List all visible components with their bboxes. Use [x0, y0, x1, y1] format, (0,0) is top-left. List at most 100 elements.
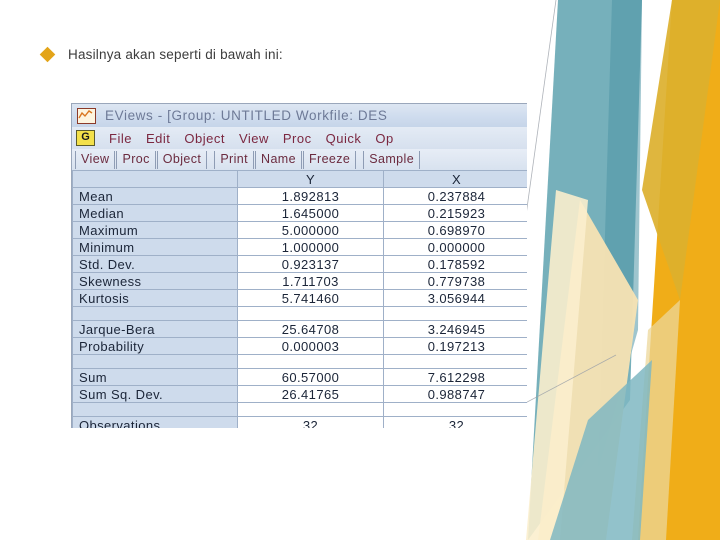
- stat-label: Observations: [72, 416, 238, 428]
- decor-orange-wedge: [638, 0, 720, 540]
- stat-label: [72, 402, 238, 417]
- column-header-blank: [72, 170, 238, 188]
- eviews-chart-icon: [77, 107, 96, 124]
- table-row: Probability 0.000003 0.197213: [72, 337, 527, 355]
- toolbar-view-button[interactable]: View: [75, 150, 116, 169]
- column-header-y: Y: [237, 170, 384, 188]
- stat-value-x: 0.698970: [383, 221, 527, 239]
- stat-label: Skewness: [72, 272, 238, 290]
- stat-value-y: 0.000003: [237, 337, 384, 355]
- decor-cream-wedge: [538, 200, 638, 540]
- stat-value-y: [237, 402, 384, 417]
- stat-label: Mean: [72, 187, 238, 205]
- table-row: Kurtosis 5.741460 3.056944: [72, 289, 527, 307]
- bullet-row: Hasilnya akan seperti di bawah ini:: [39, 46, 283, 63]
- descriptive-statistics-table: Y X Mean 1.892813 0.237884 Median 1.645000 0.…: [72, 170, 527, 428]
- stat-value-x: 7.612298: [383, 368, 527, 386]
- stat-label: Kurtosis: [72, 289, 238, 307]
- decor-shapes: [520, 0, 720, 540]
- table-row: Observations 32 32: [72, 416, 527, 428]
- stat-value-y: 1.000000: [237, 238, 384, 256]
- column-header-x: X: [383, 170, 527, 188]
- menu-quick[interactable]: Quick: [326, 131, 362, 146]
- stat-value-y: 0.923137: [237, 255, 384, 273]
- table-row: Mean 1.892813 0.237884: [72, 187, 527, 205]
- toolbar-sample-button[interactable]: Sample: [363, 150, 421, 169]
- eviews-title-bar: EViews - [Group: UNTITLED Workfile: DES: [72, 104, 527, 127]
- decorative-background: [520, 0, 720, 540]
- eviews-menu-bar: G File Edit Object View Proc Quick Op: [72, 127, 527, 149]
- stat-value-x: 0.988747: [383, 385, 527, 403]
- stat-value-x: 0.779738: [383, 272, 527, 290]
- decor-lower-teal: [550, 360, 652, 540]
- stat-value-y: 1.711703: [237, 272, 384, 290]
- stat-label: Maximum: [72, 221, 238, 239]
- stat-value-x: [383, 306, 527, 321]
- table-row: Sum 60.57000 7.612298: [72, 368, 527, 386]
- table-row: Std. Dev. 0.923137 0.178592: [72, 255, 527, 273]
- stat-value-y: 5.000000: [237, 221, 384, 239]
- stat-value-x: 0.197213: [383, 337, 527, 355]
- stat-value-y: 1.645000: [237, 204, 384, 222]
- table-row: Maximum 5.000000 0.698970: [72, 221, 527, 239]
- table-row: Jarque-Bera 25.64708 3.246945: [72, 320, 527, 338]
- decor-teal-wedge: [528, 0, 642, 540]
- table-spacer-row: [72, 354, 527, 369]
- menu-proc[interactable]: Proc: [283, 131, 312, 146]
- table-row: Sum Sq. Dev. 26.41765 0.988747: [72, 385, 527, 403]
- toolbar-proc-button[interactable]: Proc: [116, 150, 156, 169]
- stat-value-x: 0.215923: [383, 204, 527, 222]
- table-row: Median 1.645000 0.215923: [72, 204, 527, 222]
- decor-pale-gold-wedge: [632, 300, 680, 540]
- stat-label: Jarque-Bera: [72, 320, 238, 338]
- stat-value-y: 32: [237, 416, 384, 428]
- menu-options[interactable]: Op: [375, 131, 393, 146]
- table-row: Skewness 1.711703 0.779738: [72, 272, 527, 290]
- decor-cream-light-wedge: [526, 190, 588, 540]
- stat-value-y: 1.892813: [237, 187, 384, 205]
- stat-label: Probability: [72, 337, 238, 355]
- table-spacer-row: [72, 306, 527, 321]
- stat-value-x: 32: [383, 416, 527, 428]
- eviews-toolbar: View Proc Object Print Name Freeze Sampl…: [72, 149, 527, 170]
- stat-value-y: 5.741460: [237, 289, 384, 307]
- stat-value-y: 26.41765: [237, 385, 384, 403]
- stat-value-x: 3.246945: [383, 320, 527, 338]
- toolbar-freeze-button[interactable]: Freeze: [302, 150, 357, 169]
- eviews-window-screenshot: EViews - [Group: UNTITLED Workfile: DES …: [71, 103, 527, 428]
- diamond-bullet-icon: [39, 46, 56, 63]
- menu-file[interactable]: File: [109, 131, 132, 146]
- decor-gold-band: [642, 0, 720, 300]
- table-header-row: Y X: [72, 170, 527, 188]
- stat-label: Minimum: [72, 238, 238, 256]
- toolbar-object-button[interactable]: Object: [156, 150, 208, 169]
- stat-value-y: [237, 354, 384, 369]
- table-row: Minimum 1.000000 0.000000: [72, 238, 527, 256]
- stat-value-x: 0.000000: [383, 238, 527, 256]
- bullet-text: Hasilnya akan seperti di bawah ini:: [68, 47, 283, 62]
- stat-label: Median: [72, 204, 238, 222]
- stat-label: Sum Sq. Dev.: [72, 385, 238, 403]
- stat-value-x: 0.178592: [383, 255, 527, 273]
- stat-label: Sum: [72, 368, 238, 386]
- stat-value-x: 0.237884: [383, 187, 527, 205]
- toolbar-print-button[interactable]: Print: [214, 150, 255, 169]
- table-spacer-row: [72, 402, 527, 417]
- stat-value-x: [383, 402, 527, 417]
- stat-value-y: 60.57000: [237, 368, 384, 386]
- group-object-icon[interactable]: G: [76, 130, 95, 146]
- stat-label: [72, 306, 238, 321]
- decor-hairline-lower: [520, 354, 617, 407]
- menu-object[interactable]: Object: [184, 131, 225, 146]
- stat-label: [72, 354, 238, 369]
- eviews-window-title: EViews - [Group: UNTITLED Workfile: DES: [105, 108, 388, 123]
- stat-value-y: [237, 306, 384, 321]
- table-body: Mean 1.892813 0.237884 Median 1.645000 0.2159…: [72, 187, 527, 428]
- slide-canvas: Hasilnya akan seperti di bawah ini: EVie…: [0, 0, 720, 540]
- toolbar-name-button[interactable]: Name: [255, 150, 302, 169]
- stat-value-x: 3.056944: [383, 289, 527, 307]
- menu-edit[interactable]: Edit: [146, 131, 170, 146]
- stat-label: Std. Dev.: [72, 255, 238, 273]
- menu-view[interactable]: View: [239, 131, 269, 146]
- stat-value-y: 25.64708: [237, 320, 384, 338]
